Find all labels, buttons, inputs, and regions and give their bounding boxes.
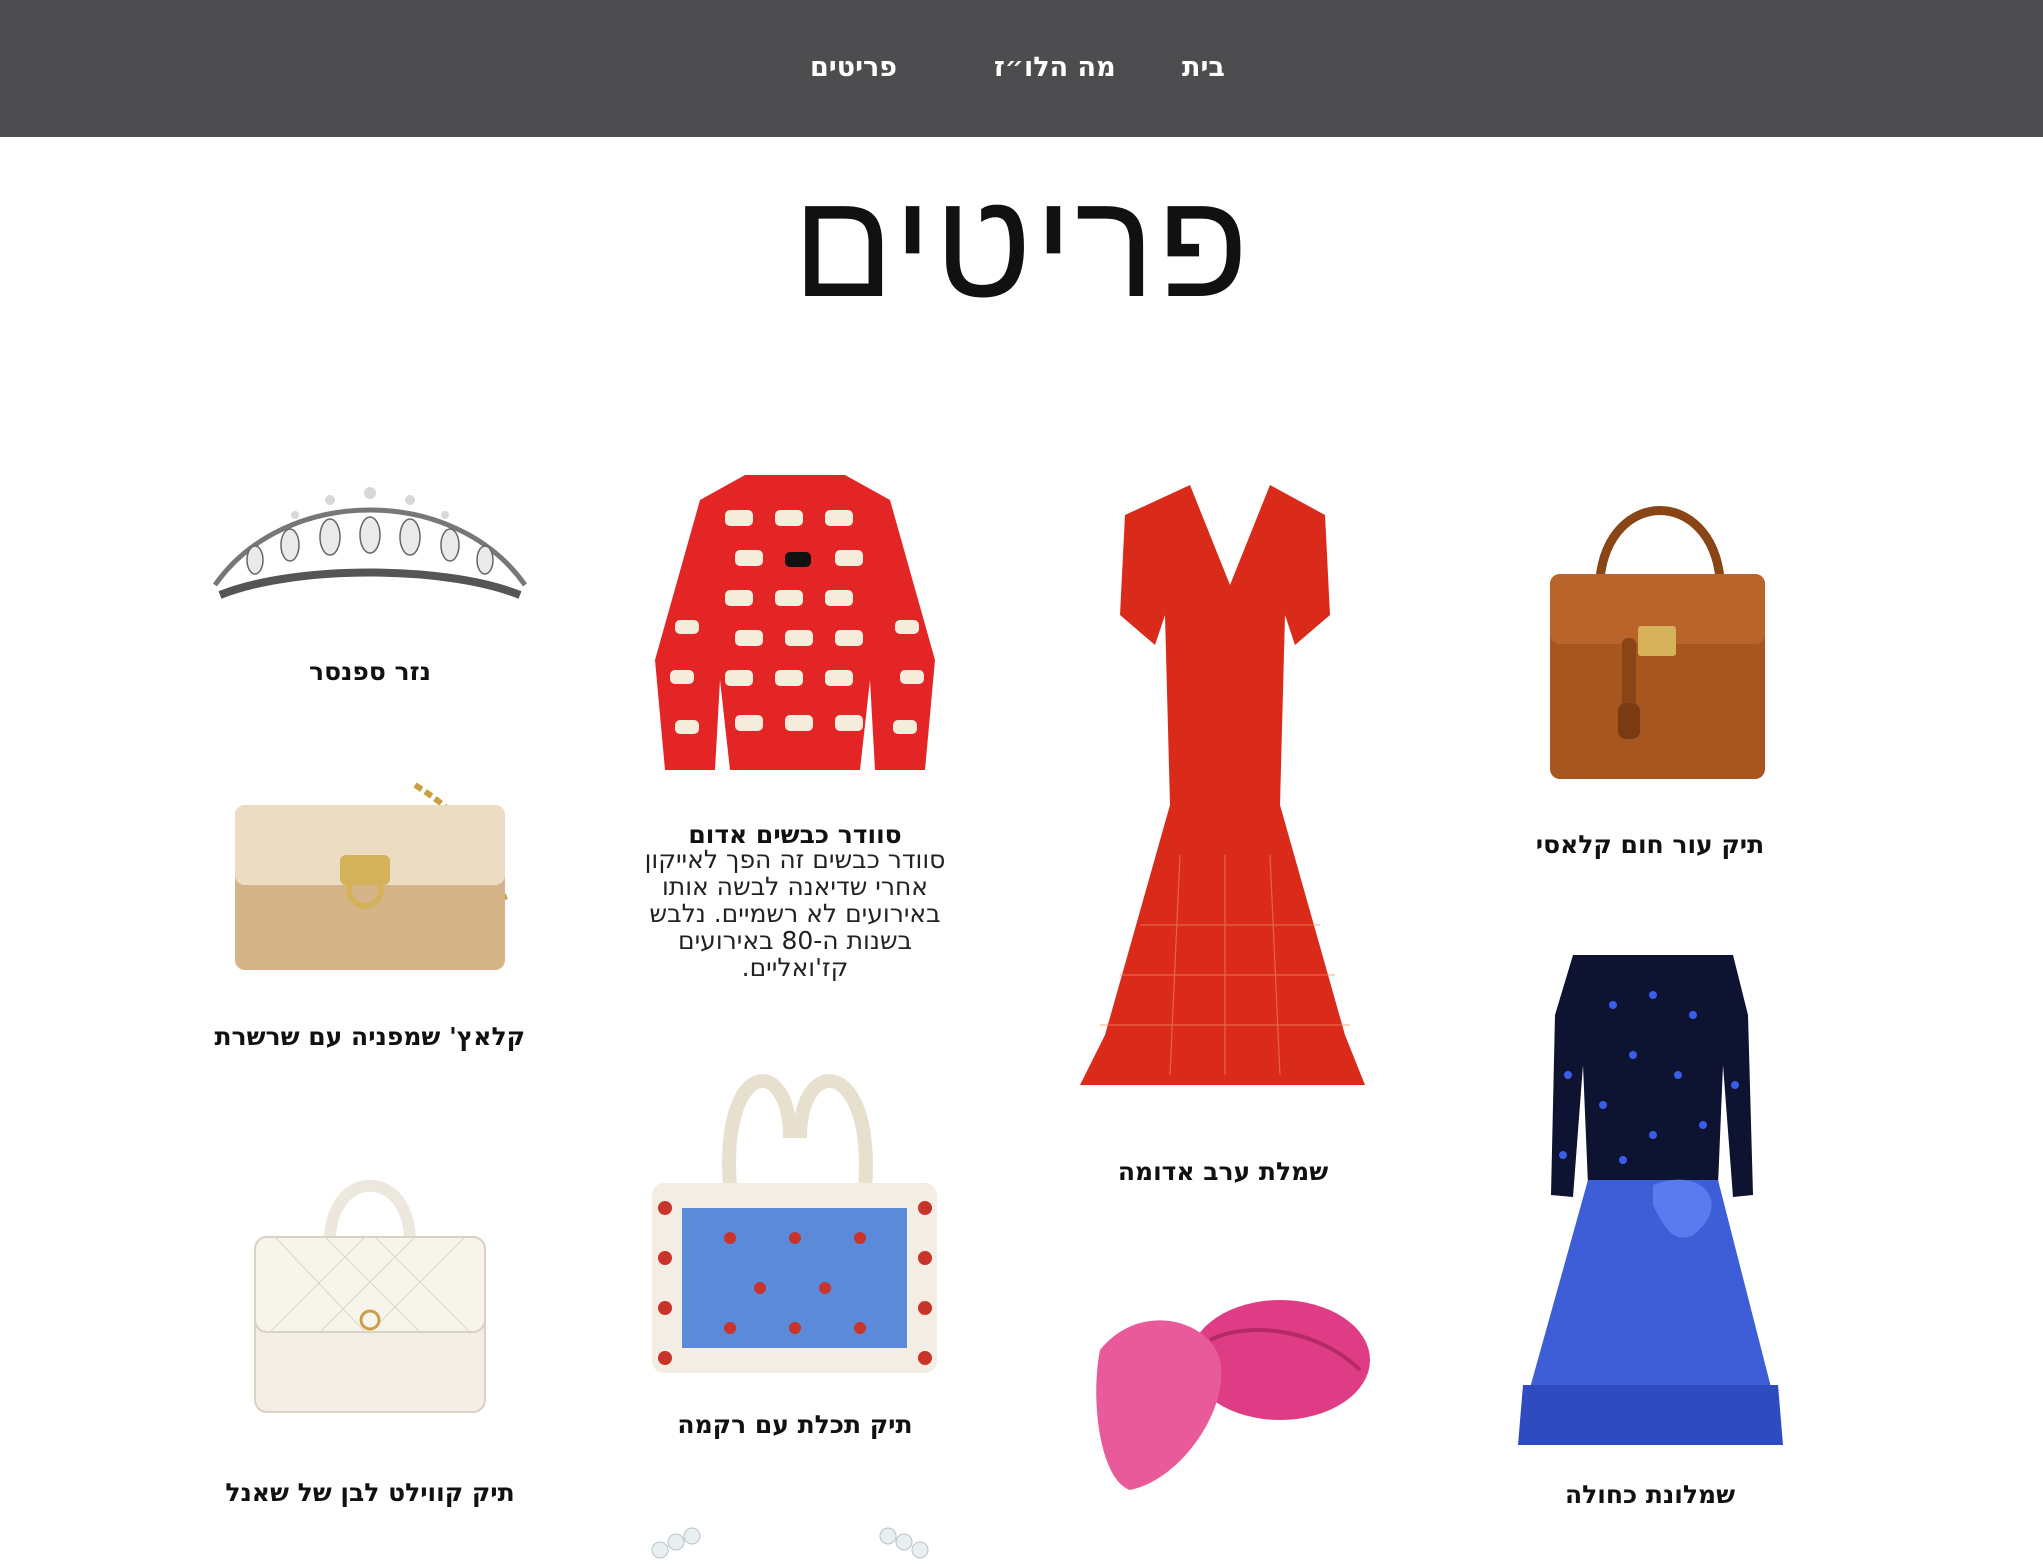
- caption-red-gown: שמלת ערב אדומה: [1117, 1157, 1329, 1186]
- product-card-red-gown[interactable]: [1080, 475, 1370, 1115]
- product-card-pearl-necklace[interactable]: [640, 1520, 940, 1564]
- product-card-blue-dress[interactable]: [1503, 935, 1798, 1455]
- pearl-necklace-image: [651, 1527, 929, 1559]
- caption-blue-dress: שמלונת כחולה: [1564, 1480, 1736, 1509]
- caption-embroidered-bag: תיק תכלת עם רקמה: [677, 1410, 913, 1439]
- product-card-tiara[interactable]: [205, 465, 535, 630]
- white-chanel-bag-image: [254, 1179, 486, 1413]
- nav-link-schedule[interactable]: מה הלו״ז: [994, 52, 1116, 83]
- product-card-white-chanel-bag[interactable]: [245, 1162, 495, 1422]
- tiara-image: [212, 487, 528, 599]
- brown-handbag-image: [1550, 506, 1765, 779]
- product-card-pink-hat[interactable]: [1090, 1280, 1380, 1510]
- page-title: פריטים: [792, 158, 1251, 332]
- caption-tiara: נזר ספנסר: [309, 657, 431, 686]
- red-gown-image: [1080, 485, 1365, 1085]
- caption-brown-handbag: תיק עור חום קלאסי: [1535, 830, 1765, 859]
- product-card-sheep-sweater[interactable]: [635, 470, 955, 790]
- pink-hat-image: [1096, 1300, 1370, 1490]
- top-nav-bar: בית מה הלו״ז פריטים: [0, 0, 2043, 137]
- product-card-champagne-clutch[interactable]: [225, 780, 515, 980]
- blue-dress-image: [1518, 955, 1783, 1445]
- embroidered-bag-image: [652, 1074, 937, 1373]
- caption-white-chanel-bag: תיק קווילט לבן של שאנל: [225, 1478, 515, 1507]
- nav-link-home[interactable]: בית: [1182, 52, 1225, 83]
- product-card-brown-handbag[interactable]: [1530, 488, 1780, 788]
- description-sheep-sweater: סוודר כבשים זה הפך לאייקון אחרי שדיאנה ל…: [644, 845, 946, 982]
- nav-link-items[interactable]: פריטים: [810, 52, 897, 83]
- caption-champagne-clutch: קלאץ' שמפניה עם שרשרת: [214, 1022, 525, 1051]
- sheep-sweater-image: [655, 475, 935, 770]
- champagne-clutch-image: [235, 782, 508, 970]
- product-card-embroidered-bag[interactable]: [640, 1058, 950, 1378]
